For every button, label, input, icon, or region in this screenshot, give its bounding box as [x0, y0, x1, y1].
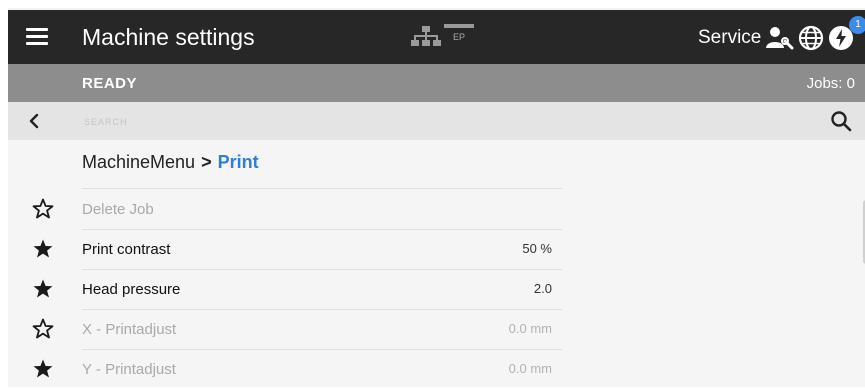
setting-row[interactable]: X - Printadjust 0.0 mm: [8, 309, 568, 349]
setting-label: Head pressure: [82, 281, 181, 298]
setting-value: 0.0 mm: [508, 361, 552, 376]
setting-value: 0.0 mm: [508, 321, 552, 336]
setting-value: 50 %: [522, 241, 552, 256]
ep-icon: EP: [444, 24, 474, 46]
machine-status: READY: [82, 75, 138, 92]
settings-content: MachineMenu > Print Delete Job Print contra…: [8, 140, 865, 387]
notification-badge: 1: [849, 16, 865, 34]
setting-row[interactable]: Head pressure 2.0: [8, 269, 568, 309]
search-icon[interactable]: [830, 110, 852, 132]
back-icon[interactable]: [27, 113, 41, 129]
globe-icon[interactable]: [798, 25, 824, 51]
status-bar: READY Jobs: 0: [8, 64, 865, 102]
search-input[interactable]: [82, 111, 786, 133]
setting-row[interactable]: Delete Job: [8, 189, 568, 229]
star-filled-icon[interactable]: [32, 238, 54, 260]
breadcrumb: MachineMenu > Print: [82, 152, 259, 173]
network-icon: [411, 26, 441, 46]
star-filled-icon[interactable]: [32, 278, 54, 300]
breadcrumb-current: Print: [217, 152, 259, 172]
title-bar: Machine settings EP Service 1: [8, 10, 865, 64]
user-wrench-icon[interactable]: [765, 26, 795, 50]
breadcrumb-root[interactable]: MachineMenu: [82, 152, 195, 172]
search-bar: [8, 102, 865, 140]
jobs-count: Jobs: 0: [806, 75, 855, 92]
setting-label: X - Printadjust: [82, 321, 177, 338]
page-title: Machine settings: [82, 24, 255, 50]
star-outline-icon[interactable]: [32, 198, 54, 220]
setting-label: Print contrast: [82, 241, 171, 258]
setting-value: 2.0: [533, 281, 552, 296]
setting-row[interactable]: Print contrast 50 %: [8, 229, 568, 269]
setting-label: Delete Job: [82, 201, 154, 218]
setting-label: Y - Printadjust: [82, 361, 176, 378]
setting-row[interactable]: Y - Printadjust 0.0 mm: [8, 349, 568, 389]
service-label: Service: [698, 27, 762, 48]
breadcrumb-separator: >: [201, 152, 212, 172]
menu-icon[interactable]: [26, 28, 48, 46]
star-filled-icon[interactable]: [32, 358, 54, 380]
star-outline-icon[interactable]: [32, 318, 54, 340]
ep-label: EP: [453, 32, 466, 42]
